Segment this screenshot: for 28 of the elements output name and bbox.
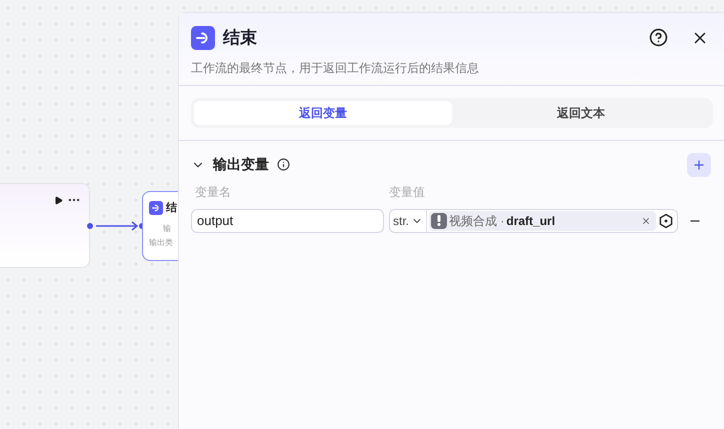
value-field[interactable]: str. 视频合成 · draft_url <box>389 208 678 232</box>
node-output-label: 输 <box>162 222 172 234</box>
variable-name: draft_url <box>506 212 556 230</box>
variable-source: 视频合成 · <box>449 212 504 230</box>
clear-icon[interactable] <box>641 216 651 226</box>
help-icon[interactable] <box>649 28 668 48</box>
variable-picker-icon[interactable] <box>658 212 674 228</box>
panel-title: 结束 <box>223 27 257 49</box>
tab[interactable]: 返回文本 <box>452 100 710 124</box>
add-button[interactable] <box>687 152 711 176</box>
run-icon[interactable] <box>54 196 63 205</box>
exit-icon <box>149 201 163 216</box>
variable-tag[interactable]: 视频合成 · draft_url <box>429 210 656 230</box>
node-title: 结 <box>166 200 177 216</box>
section-title: 输出变量 <box>213 155 269 174</box>
info-icon[interactable] <box>277 158 290 171</box>
node-output-type: 输出类 <box>148 236 174 248</box>
column-header: 变量名 <box>194 184 232 200</box>
plus-icon <box>692 158 706 172</box>
panel-description: 工作流的最终节点，用于返回工作流运行后的结果信息 <box>191 60 480 76</box>
exit-icon <box>191 26 215 50</box>
warning-icon <box>431 212 448 228</box>
workflow-node[interactable] <box>0 183 90 268</box>
end-node[interactable]: 结 输 输出类 <box>142 191 178 261</box>
column-header: 变量值 <box>388 184 425 200</box>
name-field[interactable]: output <box>191 208 384 232</box>
type-dropdown[interactable]: str. <box>390 210 428 232</box>
tab[interactable]: 返回变量 <box>194 100 452 124</box>
